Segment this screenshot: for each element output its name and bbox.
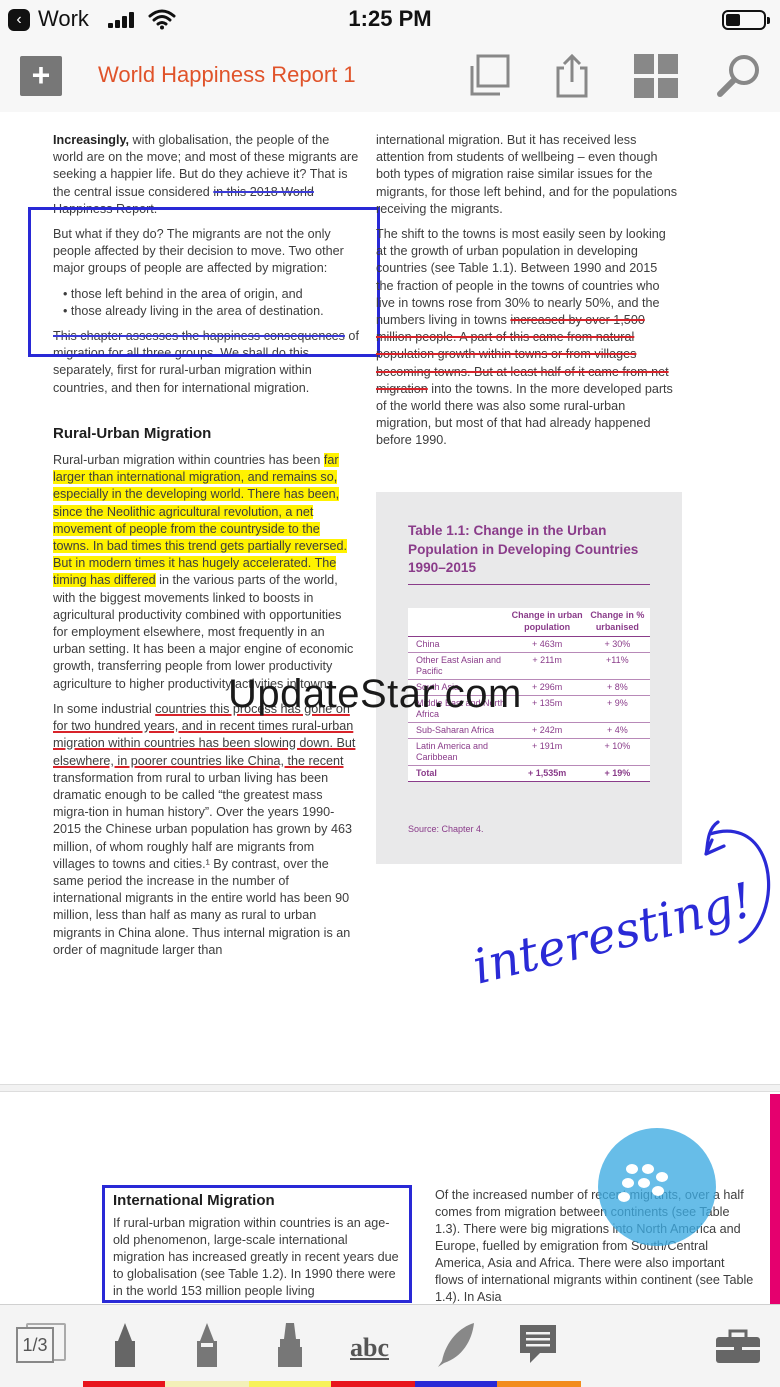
table-title: Table 1.1: Change in the Urban Populatio…	[408, 523, 639, 575]
region-cell: Sub-Saharan Africa	[408, 722, 510, 739]
paragraph: Increasingly, with globalisation, the pe…	[53, 132, 359, 218]
table-row: China + 463m + 30%	[408, 636, 650, 653]
text-run: In some industrial	[53, 701, 156, 716]
pct-cell: +11%	[584, 652, 650, 680]
pct-cell: + 4%	[584, 722, 650, 739]
paragraph: The shift to the towns is most easily se…	[376, 226, 678, 450]
pages-icon[interactable]	[466, 52, 514, 100]
toolbox-icon[interactable]	[714, 1321, 762, 1369]
text-run: transformation from rural to urban livin…	[53, 770, 352, 957]
handwritten-note: interesting!	[467, 872, 758, 992]
right-column: international migration. But it has rece…	[376, 132, 678, 458]
table-row: Sub-Saharan Africa + 242m + 4%	[408, 722, 650, 739]
pencil-tool-icon[interactable]	[192, 1321, 222, 1369]
page-indicator[interactable]: 1/3	[16, 1323, 68, 1365]
paragraph: international migration. But it has rece…	[376, 133, 678, 216]
clock: 1:25 PM	[348, 6, 432, 31]
status-bar: ‹ Work 1:25 PM	[0, 0, 780, 40]
pen-tool-icon[interactable]	[110, 1321, 140, 1369]
pop-cell: + 1,535m	[509, 765, 585, 782]
column-header: Change in % urbanised	[584, 608, 650, 637]
section-heading: Rural-Urban Migration	[53, 424, 212, 442]
paragraph: Rural-urban migration within countries h…	[53, 452, 359, 693]
page-edge-stripe	[770, 1094, 780, 1304]
table-row: Latin America and Caribbean + 191m + 10%	[408, 738, 650, 766]
pct-cell: + 8%	[584, 679, 650, 696]
search-icon[interactable]	[714, 52, 762, 100]
text-run: Rural-urban migration within countries h…	[53, 453, 324, 468]
grid-view-icon[interactable]	[632, 52, 680, 100]
highlight-annotation[interactable]: far larger than international migration,…	[53, 453, 347, 588]
pop-cell: + 242m	[509, 722, 585, 739]
paragraph: If rural-urban migration within countrie…	[113, 1216, 399, 1298]
region-cell: Total	[408, 765, 510, 782]
share-icon[interactable]	[548, 52, 596, 100]
pct-cell: + 30%	[584, 636, 650, 653]
pct-cell: + 19%	[584, 765, 650, 782]
paragraph: In some industrial countries this proces…	[53, 701, 359, 959]
color-swatch-red[interactable]	[83, 1381, 165, 1387]
region-cell: China	[408, 636, 510, 653]
add-button[interactable]: +	[20, 56, 62, 96]
document-page-1[interactable]: Increasingly, with globalisation, the pe…	[0, 112, 780, 1084]
table-total-row: Total + 1,535m + 19%	[408, 765, 650, 782]
rectangle-annotation[interactable]: International Migration If rural-urban m…	[102, 1185, 412, 1303]
color-swatch-yellow[interactable]	[249, 1381, 331, 1387]
color-swatch-cream[interactable]	[165, 1381, 249, 1387]
section-heading: International Migration	[113, 1192, 275, 1209]
document-toolbar: + World Happiness Report 1	[0, 40, 780, 112]
signature-quill-icon[interactable]	[434, 1321, 478, 1369]
highlighter-tool-icon[interactable]	[272, 1321, 308, 1369]
pop-cell: + 463m	[509, 636, 585, 653]
color-swatch-blue[interactable]	[415, 1381, 497, 1387]
page-separator	[0, 1084, 780, 1092]
page-count-label: 1/3	[16, 1327, 54, 1363]
pct-cell: + 10%	[584, 738, 650, 766]
battery-icon	[722, 10, 770, 30]
rectangle-annotation[interactable]	[28, 207, 380, 357]
blackberry-logo-icon[interactable]	[598, 1128, 716, 1246]
bold-lead: Increasingly,	[53, 133, 130, 147]
color-swatch-orange[interactable]	[497, 1381, 581, 1387]
column-header: Change in urban population	[509, 608, 585, 637]
pop-cell: + 191m	[509, 738, 585, 766]
document-title[interactable]: World Happiness Report 1	[98, 62, 356, 88]
document-page-2[interactable]: International Migration If rural-urban m…	[0, 1092, 780, 1304]
ink-annotation[interactable]: interesting!	[460, 812, 780, 992]
region-cell: Latin America and Caribbean	[408, 738, 510, 766]
color-swatch-red-2[interactable]	[331, 1381, 415, 1387]
column-header-region	[408, 608, 510, 637]
annotation-toolbar: 1/3 abc	[0, 1304, 780, 1387]
divider	[408, 584, 650, 585]
comment-icon[interactable]	[516, 1321, 560, 1369]
table-header-row: Change in urban population Change in % u…	[408, 608, 650, 637]
pct-cell: + 9%	[584, 695, 650, 723]
watermark: UpdateStar.com	[228, 672, 522, 716]
text-tool-button[interactable]: abc	[350, 1333, 389, 1363]
